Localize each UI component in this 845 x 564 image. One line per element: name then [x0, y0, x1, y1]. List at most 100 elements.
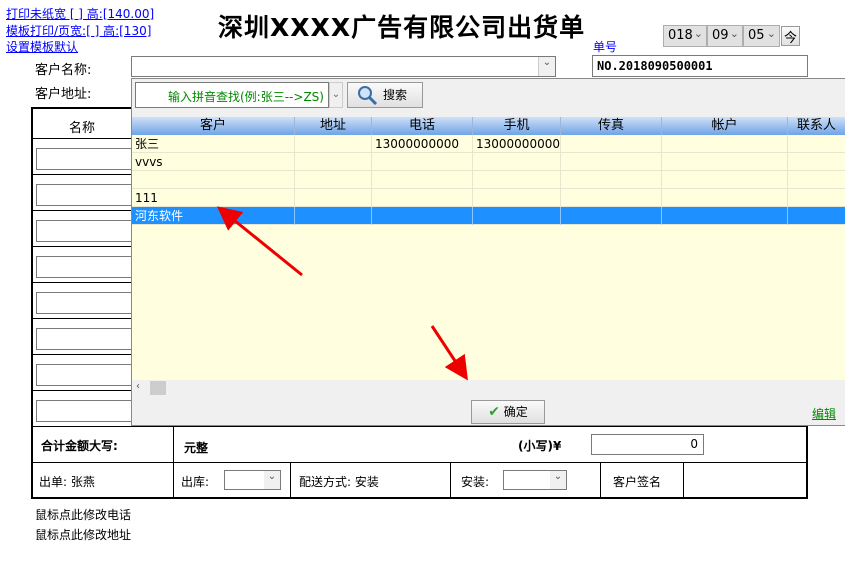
table-cell[interactable] — [561, 207, 662, 225]
ok-button-label: 确定 — [503, 405, 528, 419]
table-cell[interactable] — [473, 153, 561, 171]
column-header[interactable]: 传真 — [561, 117, 662, 135]
table-cell[interactable] — [662, 207, 788, 225]
table-cell[interactable] — [561, 189, 662, 207]
horizontal-scrollbar[interactable]: ‹ — [132, 380, 845, 396]
items-name-header: 名称 — [68, 121, 95, 136]
customer-name-combo[interactable]: ⌄ — [131, 56, 556, 77]
scrollbar-thumb[interactable] — [150, 381, 166, 395]
delivery-text: 配送方式: 安装 — [299, 475, 379, 489]
page-title: 深圳XXXX广告有限公司出货单 — [218, 13, 586, 42]
table-cell[interactable] — [788, 171, 845, 189]
column-header[interactable]: 帐户 — [662, 117, 788, 135]
checkmark-icon: ✔ — [488, 404, 500, 420]
chevron-down-icon: ⌄ — [264, 471, 280, 489]
table-cell[interactable] — [473, 207, 561, 225]
edit-phone-note[interactable]: 鼠标点此修改电话 — [35, 506, 131, 523]
install-label: 安装: — [461, 475, 490, 489]
total-uppercase-label: 合计金额大写: — [41, 439, 118, 453]
column-header[interactable]: 客户 — [132, 117, 295, 135]
scroll-left-icon[interactable]: ‹ — [136, 381, 140, 392]
customer-lookup-popup: 输入拼音查找(例:张三-->ZS) ⌄ 搜索 客户 地址 电话 手机 传真 帐户 联系人 张… — [131, 78, 845, 426]
pinyin-search-input[interactable]: 输入拼音查找(例:张三-->ZS) — [135, 82, 329, 108]
month-select[interactable]: 09 ⌄ — [707, 25, 743, 47]
search-button-label: 搜索 — [382, 88, 407, 102]
table-cell[interactable]: 111 — [132, 189, 295, 207]
edit-address-note[interactable]: 鼠标点此修改地址 — [35, 526, 131, 543]
edit-link[interactable]: 编辑 — [812, 405, 836, 422]
total-uppercase-value: 元整 — [184, 441, 209, 455]
chevron-down-icon[interactable]: ⌄ — [329, 82, 343, 108]
day-select[interactable]: 05 ⌄ — [743, 25, 780, 47]
order-no-label: 单号 — [593, 40, 618, 54]
month-value: 09 — [712, 28, 729, 43]
item-name-input[interactable] — [36, 184, 136, 206]
table-cell[interactable] — [295, 153, 372, 171]
total-lowercase-field[interactable]: 0 — [591, 434, 704, 455]
table-cell[interactable] — [662, 135, 788, 153]
year-select[interactable]: 018 ⌄ — [663, 25, 707, 47]
set-template-link[interactable]: 设置模板默认 — [6, 38, 78, 55]
ok-button[interactable]: ✔ 确定 — [471, 400, 545, 424]
table-cell[interactable] — [372, 171, 473, 189]
chevron-down-icon: ⌄ — [729, 27, 739, 40]
chevron-down-icon[interactable]: ⌄ — [538, 57, 555, 76]
table-cell[interactable] — [295, 189, 372, 207]
table-cell[interactable] — [132, 171, 295, 189]
item-name-input[interactable] — [36, 256, 136, 278]
table-cell[interactable] — [788, 153, 845, 171]
column-header[interactable]: 联系人 — [788, 117, 845, 135]
table-cell[interactable] — [295, 207, 372, 225]
table-cell[interactable] — [662, 171, 788, 189]
table-cell[interactable] — [788, 135, 845, 153]
table-cell[interactable] — [561, 171, 662, 189]
table-cell[interactable]: 13000000000 — [473, 135, 561, 153]
table-cell[interactable] — [295, 171, 372, 189]
table-cell[interactable] — [372, 189, 473, 207]
table-cell[interactable]: 河东软件 — [132, 207, 295, 225]
item-name-input[interactable] — [36, 148, 136, 170]
item-name-input[interactable] — [36, 220, 136, 242]
column-header[interactable]: 手机 — [473, 117, 561, 135]
install-select[interactable]: ⌄ — [503, 470, 567, 490]
item-name-input[interactable] — [36, 364, 136, 386]
outbound-label: 出库: — [181, 475, 210, 489]
year-value: 018 — [668, 28, 693, 43]
table-cell[interactable] — [788, 207, 845, 225]
signature-label: 客户签名 — [613, 475, 662, 489]
today-button[interactable]: 今 — [781, 26, 800, 46]
table-cell[interactable] — [662, 189, 788, 207]
customer-address-label: 客户地址: — [35, 87, 92, 102]
table-cell[interactable] — [295, 135, 372, 153]
table-cell[interactable] — [372, 153, 473, 171]
day-value: 05 — [748, 28, 765, 43]
customer-name-label: 客户名称: — [35, 63, 92, 78]
table-cell[interactable] — [788, 189, 845, 207]
magnifier-icon — [356, 85, 378, 113]
issuer-text: 出单: 张燕 — [39, 475, 95, 489]
chevron-down-icon: ⌄ — [693, 27, 703, 40]
table-cell[interactable] — [372, 207, 473, 225]
order-no-field[interactable]: NO.2018090500001 — [592, 55, 808, 77]
item-name-input[interactable] — [36, 328, 136, 350]
total-lowercase-label: (小写)¥ — [518, 439, 562, 453]
table-cell[interactable] — [473, 171, 561, 189]
table-cell[interactable]: 13000000000 — [372, 135, 473, 153]
chevron-down-icon: ⌄ — [766, 27, 776, 40]
outbound-select[interactable]: ⌄ — [224, 470, 281, 490]
table-cell[interactable] — [561, 153, 662, 171]
table-cell[interactable] — [662, 153, 788, 171]
column-header[interactable]: 地址 — [295, 117, 372, 135]
item-name-input[interactable] — [36, 292, 136, 314]
table-cell[interactable]: 张三 — [132, 135, 295, 153]
print-paper-link[interactable]: 打印未纸宽 [ ] 高:[140.00] — [6, 5, 154, 22]
table-cell[interactable] — [561, 135, 662, 153]
column-header[interactable]: 电话 — [372, 117, 473, 135]
table-cell[interactable]: vvvs — [132, 153, 295, 171]
table-cell[interactable] — [473, 189, 561, 207]
search-button[interactable]: 搜索 — [347, 82, 423, 108]
template-print-link[interactable]: 模板打印/页宽:[ ] 高:[130] — [6, 22, 151, 39]
customer-grid[interactable]: 客户 地址 电话 手机 传真 帐户 联系人 张三 13000000000 13000000000… — [132, 117, 845, 380]
item-name-input[interactable] — [36, 400, 136, 422]
chevron-down-icon: ⌄ — [550, 471, 566, 489]
